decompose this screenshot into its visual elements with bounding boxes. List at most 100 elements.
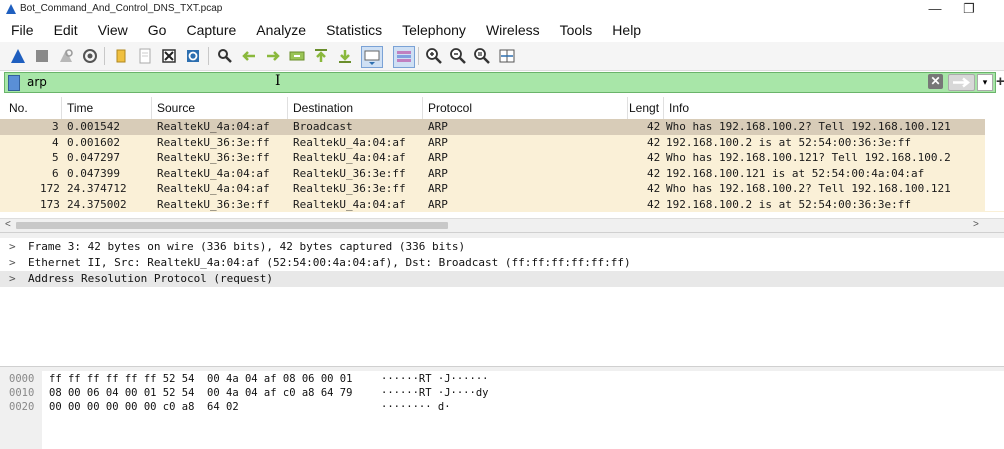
go-to-packet-icon[interactable] [287, 46, 307, 66]
cell-time: 24.375002 [67, 197, 127, 211]
cell-no: 4 [52, 135, 59, 149]
menu-telephony[interactable]: Telephony [390, 19, 474, 42]
capture-options-icon[interactable] [80, 46, 100, 66]
close-file-icon[interactable] [159, 46, 179, 66]
cell-destination: RealtekU_36:3e:ff [293, 182, 406, 195]
table-row[interactable]: 4 0.001602 RealtekU_36:3e:ff RealtekU_4a… [0, 134, 1004, 150]
column-header-time[interactable]: Time [67, 101, 93, 115]
table-row[interactable]: 3 0.001542 RealtekU_4a:04:af Broadcast A… [0, 119, 1004, 135]
cell-info: 192.168.100.121 is at 52:54:00:4a:04:af [666, 166, 925, 180]
hex-row[interactable]: 0010 08 00 06 04 00 01 52 54 00 4a 04 af… [0, 387, 1004, 401]
column-header-protocol[interactable]: Protocol [428, 101, 472, 115]
find-packet-icon[interactable] [215, 46, 235, 66]
menu-view[interactable]: View [86, 19, 136, 42]
scroll-left-arrow-icon[interactable]: < [5, 219, 11, 230]
menu-statistics[interactable]: Statistics [314, 19, 390, 42]
cell-length: 42 [647, 197, 661, 211]
column-header-info[interactable]: Info [669, 101, 689, 115]
cell-no: 3 [52, 120, 59, 133]
stop-capture-icon[interactable] [32, 46, 52, 66]
cell-source: RealtekU_36:3e:ff [157, 151, 270, 164]
reload-file-icon[interactable] [183, 46, 203, 66]
detail-tree-item-ethernet[interactable]: > Ethernet II, Src: RealtekU_4a:04:af (5… [0, 255, 1004, 271]
table-row[interactable]: 6 0.047399 RealtekU_4a:04:af RealtekU_36… [0, 165, 1004, 181]
zoom-normal-icon[interactable] [472, 46, 492, 66]
column-divider[interactable] [627, 97, 628, 119]
menu-bar: File Edit View Go Capture Analyze Statis… [0, 19, 1004, 42]
ascii-bytes[interactable]: ······RT ·J····dy [381, 387, 488, 399]
hex-row[interactable]: 0000 ff ff ff ff ff ff 52 54 00 4a 04 af… [0, 373, 1004, 387]
minimize-button[interactable]: — [924, 1, 946, 17]
menu-wireless[interactable]: Wireless [474, 19, 548, 42]
hex-bytes[interactable]: 00 00 00 00 00 00 c0 a8 64 02 [49, 401, 239, 413]
menu-file[interactable]: File [0, 19, 42, 42]
column-header-source[interactable]: Source [157, 101, 195, 115]
cell-destination: Broadcast [293, 120, 353, 133]
column-divider[interactable] [151, 97, 152, 119]
table-row[interactable]: 173 24.375002 RealtekU_36:3e:ff RealtekU… [0, 196, 1004, 212]
cell-info: 192.168.100.2 is at 52:54:00:36:3e:ff [666, 197, 912, 211]
display-filter-input[interactable]: arp [27, 75, 47, 89]
expand-chevron-icon[interactable]: > [9, 256, 16, 269]
cell-no: 173 [40, 197, 60, 211]
detail-tree-item-arp[interactable]: > Address Resolution Protocol (request) [0, 271, 1004, 287]
ascii-bytes[interactable]: ······RT ·J······ [381, 373, 488, 385]
table-row[interactable]: 5 0.047297 RealtekU_36:3e:ff RealtekU_4a… [0, 150, 1004, 166]
detail-text: Frame 3: 42 bytes on wire (336 bits), 42… [28, 240, 466, 253]
cell-protocol: ARP [428, 135, 448, 149]
hex-bytes[interactable]: 08 00 06 04 00 01 52 54 00 4a 04 af c0 a… [49, 387, 352, 399]
menu-edit[interactable]: Edit [42, 19, 86, 42]
restore-button[interactable]: ❐ [958, 1, 980, 17]
cell-time: 0.001542 [67, 120, 120, 133]
zoom-in-icon[interactable] [424, 46, 444, 66]
clear-filter-button[interactable]: ✕ [928, 74, 943, 89]
menu-go[interactable]: Go [136, 19, 175, 42]
column-divider[interactable] [287, 97, 288, 119]
scrollbar-thumb[interactable] [16, 222, 448, 229]
zoom-out-icon[interactable] [448, 46, 468, 66]
shark-fin-start-icon[interactable] [8, 46, 28, 66]
cell-info: Who has 192.168.100.2? Tell 192.168.100.… [666, 182, 951, 195]
save-file-icon[interactable] [135, 46, 155, 66]
ascii-bytes[interactable]: ········ d· [381, 401, 451, 413]
menu-analyze[interactable]: Analyze [244, 19, 314, 42]
go-last-packet-icon[interactable] [335, 46, 355, 66]
detail-text: Address Resolution Protocol (request) [28, 272, 274, 285]
table-row[interactable]: 172 24.374712 RealtekU_4a:04:af RealtekU… [0, 181, 1004, 197]
cell-info: 192.168.100.2 is at 52:54:00:36:3e:ff [666, 135, 912, 149]
go-first-packet-icon[interactable] [311, 46, 331, 66]
hex-bytes[interactable]: ff ff ff ff ff ff 52 54 00 4a 04 af 08 0… [49, 373, 352, 385]
expand-chevron-icon[interactable]: > [9, 272, 16, 285]
packet-list-horizontal-scrollbar[interactable]: < > [0, 218, 1004, 232]
cell-length: 42 [647, 135, 661, 149]
restart-capture-icon[interactable] [56, 46, 76, 66]
column-header-no[interactable]: No. [9, 101, 28, 115]
open-file-icon[interactable] [111, 46, 131, 66]
cell-length: 42 [647, 151, 661, 164]
column-divider[interactable] [61, 97, 62, 119]
column-divider[interactable] [422, 97, 423, 119]
colorize-icon[interactable] [393, 46, 415, 68]
filter-history-dropdown[interactable]: ▾ [977, 74, 993, 91]
cell-length: 42 [647, 182, 661, 195]
apply-filter-button[interactable] [948, 74, 975, 91]
resize-columns-icon[interactable] [497, 46, 517, 66]
column-divider[interactable] [663, 97, 664, 119]
menu-tools[interactable]: Tools [548, 19, 601, 42]
go-back-icon[interactable] [239, 46, 259, 66]
hex-row[interactable]: 0020 00 00 00 00 00 00 c0 a8 64 02 ·····… [0, 401, 1004, 415]
filter-bookmark-icon[interactable] [8, 75, 20, 91]
go-forward-icon[interactable] [263, 46, 283, 66]
menu-help[interactable]: Help [600, 19, 649, 42]
cell-no: 5 [52, 151, 59, 164]
menu-capture[interactable]: Capture [174, 19, 244, 42]
auto-scroll-icon[interactable] [361, 46, 383, 68]
detail-tree-item-frame[interactable]: > Frame 3: 42 bytes on wire (336 bits), … [0, 239, 1004, 255]
packet-list-vertical-scrollbar[interactable] [985, 119, 1004, 211]
add-filter-button[interactable]: + [996, 73, 1004, 90]
expand-chevron-icon[interactable]: > [9, 240, 16, 253]
column-header-length[interactable]: Lengt [629, 101, 659, 115]
column-header-destination[interactable]: Destination [293, 101, 353, 115]
cell-destination: RealtekU_36:3e:ff [293, 166, 406, 180]
scroll-right-arrow-icon[interactable]: > [973, 219, 979, 230]
